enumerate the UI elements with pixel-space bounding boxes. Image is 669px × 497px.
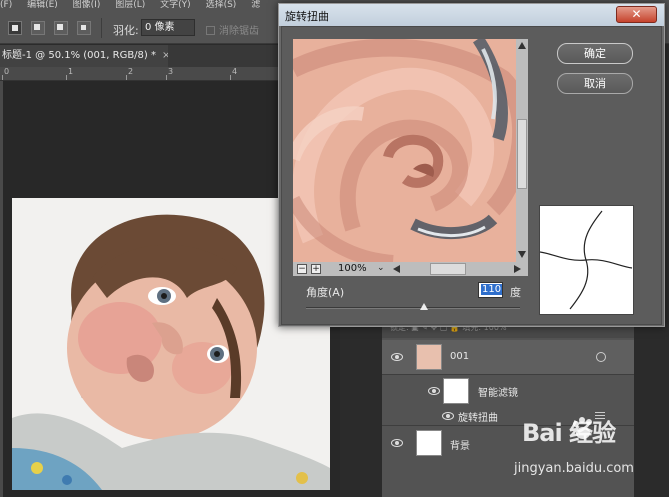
scroll-right-icon[interactable] bbox=[514, 265, 521, 273]
ruler-mark bbox=[66, 75, 67, 80]
filter-mask-thumbnail bbox=[443, 378, 469, 404]
filter-preview[interactable] bbox=[293, 39, 516, 262]
zoom-in-button[interactable]: + bbox=[311, 264, 321, 274]
menu-layer[interactable]: 图层(L) bbox=[115, 0, 145, 10]
ruler-tick-label: 1 bbox=[68, 67, 74, 76]
feather-label: 羽化: bbox=[113, 24, 139, 37]
angle-unit: 度 bbox=[510, 286, 521, 299]
ok-button[interactable]: 确定 bbox=[557, 43, 633, 64]
ruler-mark bbox=[230, 75, 231, 80]
dialog-titlebar[interactable]: 旋转扭曲 ✕ bbox=[279, 4, 664, 26]
menu-file[interactable]: (F) bbox=[0, 0, 12, 10]
cancel-button[interactable]: 取消 bbox=[557, 73, 633, 94]
twirl-pattern-preview bbox=[539, 205, 634, 315]
scroll-thumb[interactable] bbox=[517, 119, 527, 189]
eye-icon[interactable] bbox=[391, 353, 403, 361]
layer-thumbnail bbox=[416, 344, 442, 370]
subtract-selection-icon bbox=[57, 24, 63, 30]
intersect-selection-button[interactable] bbox=[77, 21, 91, 35]
antialias-label: 消除锯齿 bbox=[219, 26, 259, 37]
options-separator bbox=[101, 18, 102, 38]
scroll-thumb[interactable] bbox=[430, 263, 466, 275]
horizontal-ruler[interactable]: 0 1 2 3 4 bbox=[0, 67, 280, 81]
document-tab[interactable]: 标题-1 @ 50.1% (001, RGB/8) * × bbox=[0, 45, 170, 67]
intersect-selection-icon bbox=[81, 25, 86, 30]
antialias-checkbox[interactable]: 消除锯齿 bbox=[206, 22, 259, 37]
angle-slider-handle[interactable] bbox=[420, 303, 428, 310]
twirl-dialog: 旋转扭曲 ✕ − + 100% ⌄ 确定 取消 角度(A) 110 度 bbox=[278, 3, 665, 327]
layer-name: 智能滤镜 bbox=[478, 388, 518, 399]
watermark-brand: Bai 经验 bbox=[522, 419, 616, 447]
smart-object-icon bbox=[596, 352, 606, 362]
scroll-left-icon[interactable] bbox=[393, 265, 400, 273]
close-button[interactable]: ✕ bbox=[616, 6, 657, 23]
ruler-mark bbox=[126, 75, 127, 80]
angle-input[interactable]: 110 bbox=[478, 282, 503, 298]
twirl-preview-illustration bbox=[293, 39, 516, 262]
zoom-level: 100% bbox=[338, 263, 367, 274]
preview-horizontal-scrollbar[interactable] bbox=[390, 262, 528, 276]
layer-row-smart-filters[interactable]: 智能滤镜 bbox=[382, 375, 634, 407]
layer-thumbnail bbox=[416, 430, 442, 456]
tab-strip bbox=[168, 45, 278, 67]
menu-select[interactable]: 选择(S) bbox=[206, 0, 237, 10]
ruler-tick-label: 3 bbox=[168, 67, 174, 76]
eye-icon[interactable] bbox=[391, 439, 403, 447]
feather-input[interactable]: 0 像素 bbox=[141, 19, 195, 36]
twirl-pattern-icon bbox=[539, 210, 633, 310]
ruler-tick-label: 0 bbox=[4, 67, 10, 76]
layer-name: 背景 bbox=[450, 441, 470, 452]
scroll-up-icon[interactable] bbox=[518, 42, 526, 49]
new-selection-button[interactable] bbox=[8, 21, 22, 35]
angle-value: 110 bbox=[481, 284, 503, 295]
menu-image[interactable]: 图像(I) bbox=[73, 0, 101, 10]
subtract-selection-button[interactable] bbox=[54, 21, 68, 35]
new-selection-icon bbox=[12, 25, 18, 31]
layer-name: 旋转扭曲 bbox=[458, 413, 498, 424]
ruler-tick-label: 2 bbox=[128, 67, 134, 76]
preview-vertical-scrollbar[interactable] bbox=[516, 39, 528, 262]
scroll-down-icon[interactable] bbox=[518, 251, 526, 258]
baidu-jingyan-watermark: Bai 经验 jingyan.baidu.com bbox=[500, 413, 660, 493]
chevron-down-icon[interactable]: ⌄ bbox=[377, 263, 385, 273]
angle-label: 角度(A) bbox=[306, 286, 345, 299]
ruler-mark bbox=[2, 75, 3, 80]
zoom-bar: − + 100% ⌄ bbox=[293, 262, 390, 276]
checkbox-icon bbox=[206, 26, 215, 35]
ruler-tick-label: 4 bbox=[232, 67, 238, 76]
angle-slider-track[interactable] bbox=[306, 307, 520, 309]
zoom-out-button[interactable]: − bbox=[297, 264, 307, 274]
vertical-ruler[interactable] bbox=[0, 81, 3, 497]
menu-filter[interactable]: 滤 bbox=[251, 0, 260, 10]
layer-name: 001 bbox=[450, 351, 470, 362]
dialog-body: − + 100% ⌄ 确定 取消 角度(A) 110 度 bbox=[281, 26, 662, 325]
eye-icon[interactable] bbox=[442, 412, 454, 420]
menu-edit[interactable]: 编辑(E) bbox=[27, 0, 58, 10]
eye-icon[interactable] bbox=[428, 387, 440, 395]
add-selection-button[interactable] bbox=[31, 21, 45, 35]
add-selection-icon bbox=[34, 24, 40, 30]
document-tab-title: 标题-1 @ 50.1% (001, RGB/8) * bbox=[2, 50, 156, 61]
dialog-title: 旋转扭曲 bbox=[285, 10, 329, 23]
ruler-mark bbox=[166, 75, 167, 80]
menu-type[interactable]: 文字(Y) bbox=[160, 0, 191, 10]
watermark-url: jingyan.baidu.com bbox=[514, 461, 634, 476]
